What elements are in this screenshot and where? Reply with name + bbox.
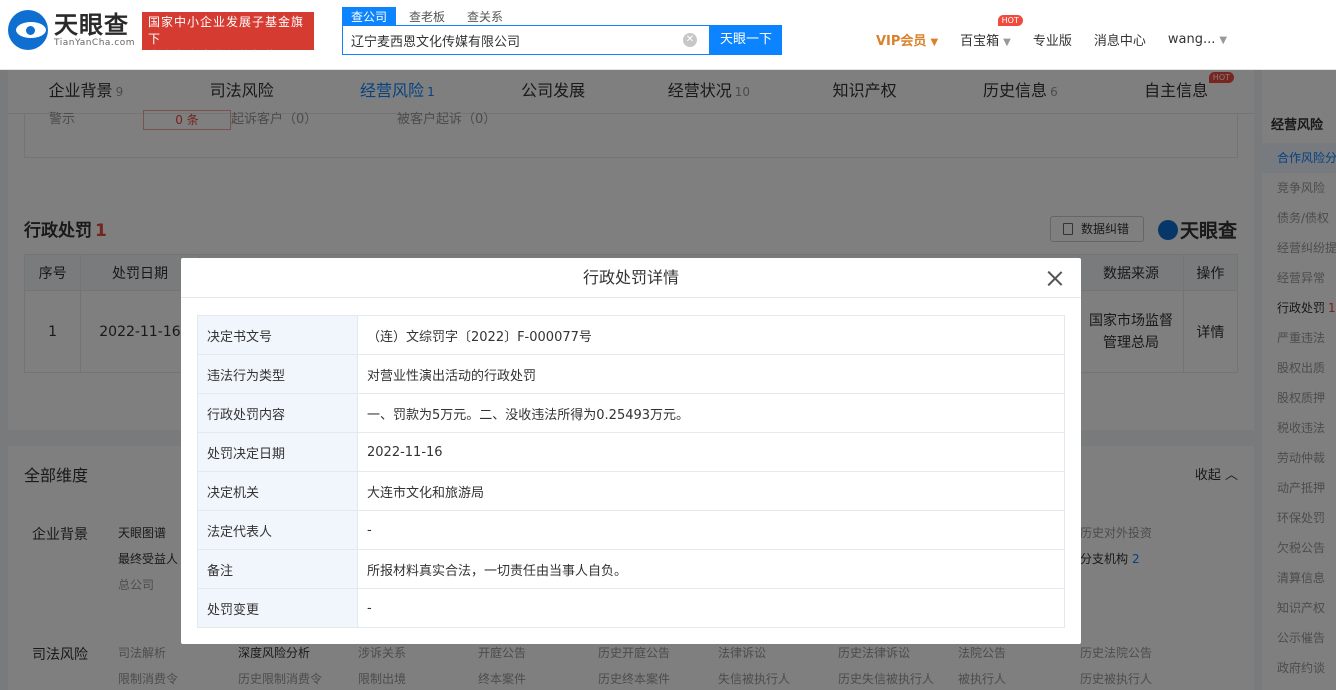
- detail-row: 行政处罚内容 一、罚款为5万元。二、没收违法所得为0.25493万元。: [197, 393, 1065, 433]
- message-center-link[interactable]: 消息中心: [1094, 30, 1146, 49]
- penalty-detail-table: 决定书文号 （连）文综罚字〔2022〕F-000077号 违法行为类型 对营业性演出…: [197, 315, 1065, 628]
- search-box: ✕: [342, 25, 710, 55]
- tab-search-boss[interactable]: 查老板: [400, 7, 454, 26]
- detail-row: 违法行为类型 对营业性演出活动的行政处罚: [197, 354, 1065, 394]
- vip-menu[interactable]: VIP会员 ▼: [876, 30, 938, 49]
- close-icon[interactable]: [1047, 270, 1063, 286]
- logo-name: 天眼查: [54, 11, 129, 39]
- clear-icon[interactable]: ✕: [683, 33, 697, 47]
- detail-row: 处罚决定日期 2022-11-16: [197, 432, 1065, 472]
- detail-row: 决定机关 大连市文化和旅游局: [197, 471, 1065, 511]
- detail-row: 备注 所报材料真实合法，一切责任由当事人自负。: [197, 549, 1065, 589]
- logo[interactable]: 天眼查 TianYanCha.com: [8, 10, 135, 50]
- detail-row: 法定代表人 -: [197, 510, 1065, 550]
- tab-search-relation[interactable]: 查关系: [458, 7, 512, 26]
- user-nav: VIP会员 ▼ 百宝箱 ▼ HOT 专业版 消息中心 wang... ▼: [876, 15, 1249, 49]
- hot-badge: HOT: [997, 15, 1023, 26]
- pro-link[interactable]: 专业版: [1033, 30, 1072, 49]
- eye-logo-icon: [8, 10, 48, 50]
- chevron-down-icon: ▼: [1219, 35, 1228, 46]
- logo-domain: TianYanCha.com: [54, 38, 136, 48]
- detail-row: 决定书文号 （连）文综罚字〔2022〕F-000077号: [197, 315, 1065, 355]
- modal-title: 行政处罚详情: [181, 258, 1081, 298]
- top-header: 天眼查 TianYanCha.com 国家中小企业发展子基金旗下 官方备案企业征…: [0, 0, 1336, 70]
- search-tabs: 查公司 查老板 查关系: [342, 7, 512, 26]
- search-input[interactable]: [343, 26, 673, 54]
- chevron-down-icon: ▼: [1003, 37, 1011, 48]
- tab-search-company[interactable]: 查公司: [342, 7, 397, 26]
- user-menu[interactable]: wang... ▼: [1168, 32, 1227, 47]
- treasure-menu[interactable]: 百宝箱 ▼ HOT: [960, 15, 1023, 49]
- search-button[interactable]: 天眼一下: [710, 25, 782, 55]
- gov-badge: 国家中小企业发展子基金旗下 官方备案企业征信机构: [142, 12, 314, 63]
- penalty-detail-modal: 行政处罚详情 决定书文号 （连）文综罚字〔2022〕F-000077号 违法行为类…: [181, 258, 1081, 644]
- chevron-down-icon: ▼: [930, 37, 939, 48]
- detail-row: 处罚变更 -: [197, 588, 1065, 628]
